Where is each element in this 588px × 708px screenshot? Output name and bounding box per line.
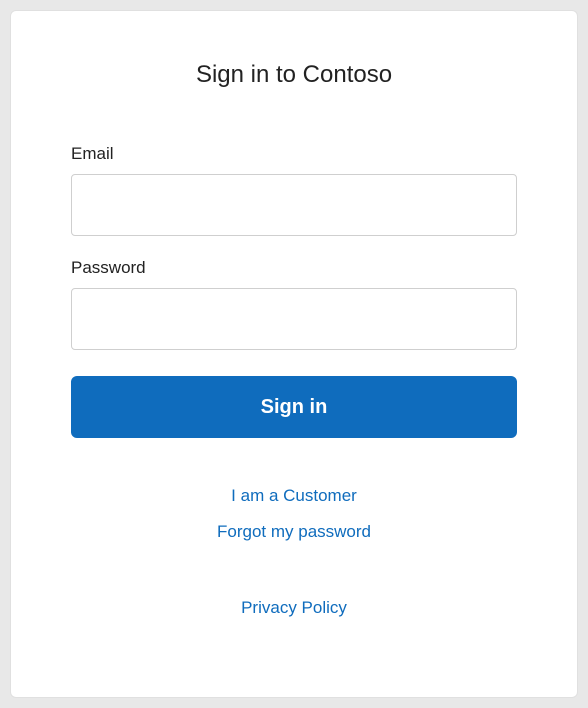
password-input[interactable] (71, 288, 517, 350)
email-label: Email (71, 144, 517, 164)
signin-button[interactable]: Sign in (71, 376, 517, 438)
forgot-password-link[interactable]: Forgot my password (217, 522, 371, 542)
secondary-links: I am a Customer Forgot my password (71, 478, 517, 550)
email-input[interactable] (71, 174, 517, 236)
email-group: Email (71, 144, 517, 236)
customer-link[interactable]: I am a Customer (231, 486, 357, 506)
page-title: Sign in to Contoso (71, 61, 517, 89)
password-group: Password (71, 258, 517, 350)
privacy-policy-link[interactable]: Privacy Policy (241, 598, 347, 618)
privacy-section: Privacy Policy (71, 590, 517, 626)
password-label: Password (71, 258, 517, 278)
signin-card: Sign in to Contoso Email Password Sign i… (10, 10, 578, 698)
